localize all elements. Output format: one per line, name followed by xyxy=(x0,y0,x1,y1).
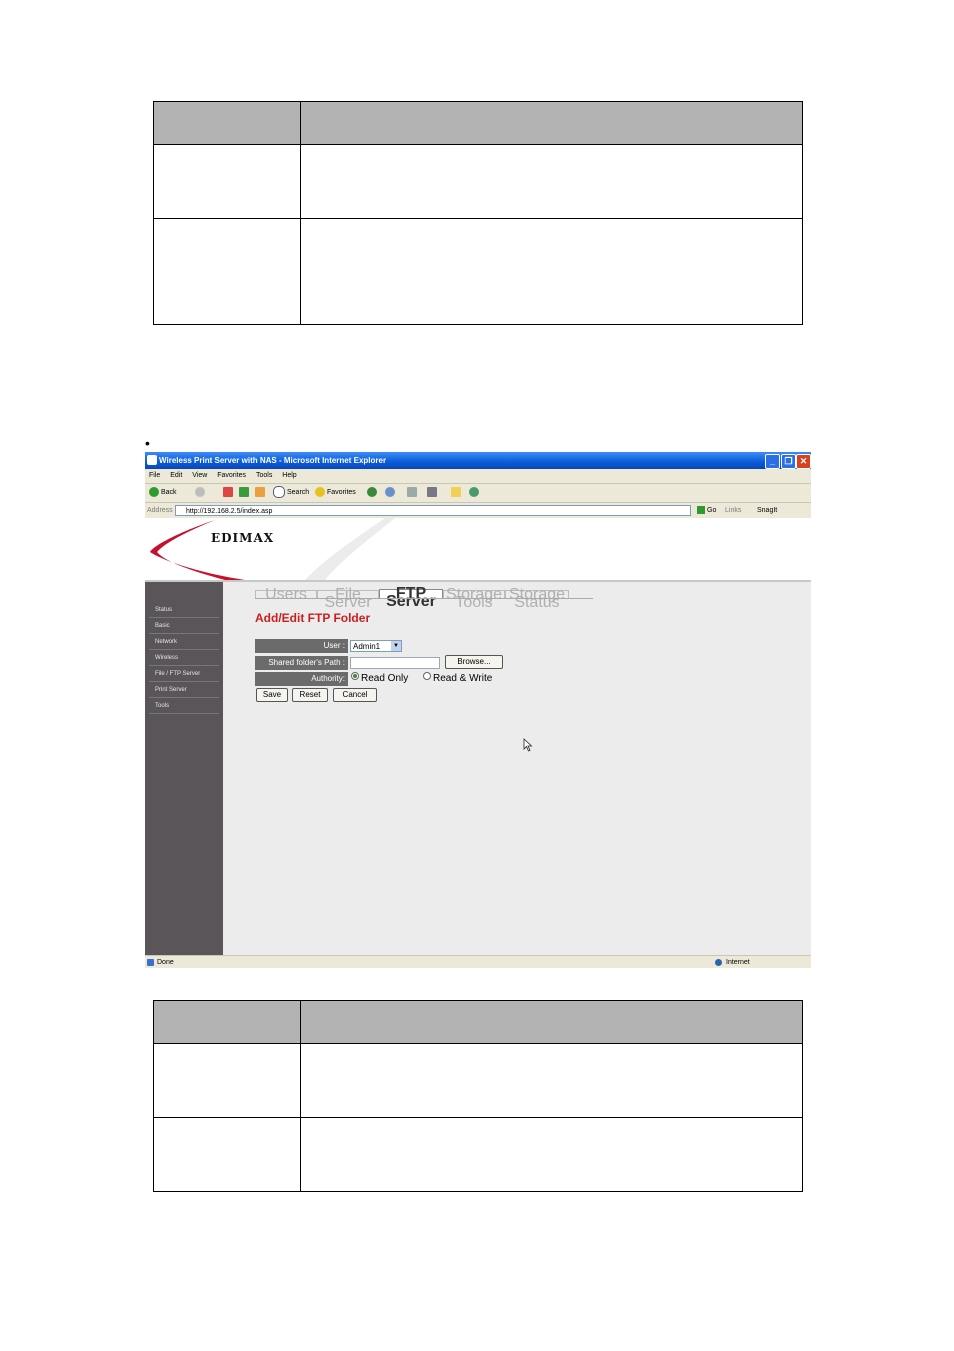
window-title: Wireless Print Server with NAS - Microso… xyxy=(159,456,387,465)
edimax-logo: EDIMAX xyxy=(211,531,275,545)
shared-path-input[interactable] xyxy=(350,657,440,669)
user-label: User : xyxy=(255,639,348,653)
table-header-row xyxy=(153,1000,803,1044)
read-only-radio[interactable]: Read Only xyxy=(351,672,408,686)
table-row xyxy=(153,218,803,325)
menu-file[interactable]: File xyxy=(149,472,160,479)
menu-tools[interactable]: Tools xyxy=(256,472,272,479)
edit-icon xyxy=(427,487,437,498)
authority-label: Authority: xyxy=(255,672,348,686)
zone-text: Internet xyxy=(726,959,750,966)
folder-icon xyxy=(451,487,461,498)
history-icon xyxy=(367,487,377,498)
go-button[interactable]: Go xyxy=(697,503,716,518)
ie-icon xyxy=(147,455,157,465)
menu-help[interactable]: Help xyxy=(282,472,296,479)
go-arrow-icon xyxy=(697,506,705,515)
table-row xyxy=(153,1043,803,1118)
print-button[interactable] xyxy=(407,484,419,502)
back-button[interactable]: Back xyxy=(149,484,177,502)
sidebar-item-wireless[interactable]: Wireless xyxy=(149,652,219,666)
mouse-cursor-icon xyxy=(523,738,533,752)
path-label: Shared folder's Path : xyxy=(255,656,348,670)
table-row xyxy=(153,144,803,219)
minimize-button[interactable]: _ xyxy=(765,454,780,469)
header-banner: EDIMAX xyxy=(145,518,811,582)
toolbar: Back Search Favorites xyxy=(145,484,811,503)
forward-arrow-icon xyxy=(195,487,205,498)
sidebar-item-status[interactable]: Status xyxy=(149,604,219,618)
star-icon xyxy=(315,487,325,498)
close-button[interactable]: ✕ xyxy=(796,454,811,469)
top-doc-table xyxy=(153,101,803,325)
sidebar-item-network[interactable]: Network xyxy=(149,636,219,650)
mail-button[interactable] xyxy=(385,484,397,502)
sidebar-item-basic[interactable]: Basic xyxy=(149,620,219,634)
history-button[interactable] xyxy=(367,484,379,502)
sidebar: Status Basic Network Wireless File / FTP… xyxy=(145,582,223,955)
sidebar-item-file-ftp-server[interactable]: File / FTP Server xyxy=(149,668,219,682)
menu-favorites[interactable]: Favorites xyxy=(217,472,246,479)
menu-view[interactable]: View xyxy=(192,472,207,479)
status-bar: Done Internet xyxy=(145,955,811,968)
sidebar-item-print-server[interactable]: Print Server xyxy=(149,684,219,698)
swoosh-graphic xyxy=(150,518,395,580)
user-select[interactable]: Admin1 ▼ xyxy=(350,640,402,652)
web-page: EDIMAX Status Basic Network Wireless Fil… xyxy=(145,518,811,955)
edit-button[interactable] xyxy=(427,484,439,502)
browser-window: Wireless Print Server with NAS - Microso… xyxy=(145,452,811,968)
address-label: Address xyxy=(147,507,173,514)
chevron-down-icon: ▼ xyxy=(391,641,401,651)
maximize-button[interactable]: ❐ xyxy=(781,454,796,469)
browse-button[interactable]: Browse... xyxy=(445,655,503,669)
stop-icon xyxy=(223,487,233,498)
mail-icon xyxy=(385,487,395,498)
refresh-button[interactable] xyxy=(239,484,251,502)
bullet: • xyxy=(145,435,150,451)
links-button[interactable]: Links xyxy=(725,503,741,518)
page-title: Add/Edit FTP Folder xyxy=(255,611,371,625)
print-icon xyxy=(407,487,417,498)
refresh-icon xyxy=(239,487,249,498)
home-icon xyxy=(255,487,265,498)
menu-bar: File Edit View Favorites Tools Help xyxy=(145,469,811,484)
search-icon xyxy=(273,486,285,499)
home-button[interactable] xyxy=(255,484,267,502)
status-text: Done xyxy=(157,959,174,966)
menu-edit[interactable]: Edit xyxy=(170,472,182,479)
favorites-button[interactable]: Favorites xyxy=(315,484,356,502)
save-button[interactable]: Save xyxy=(256,688,288,702)
messenger-button[interactable] xyxy=(469,484,481,502)
tabs-underline xyxy=(255,598,593,599)
page-icon xyxy=(147,959,154,966)
back-arrow-icon xyxy=(149,487,159,498)
search-button[interactable]: Search xyxy=(273,484,309,502)
folder-button[interactable] xyxy=(451,484,463,502)
radio-empty-icon xyxy=(423,672,431,680)
messenger-icon xyxy=(469,487,479,498)
table-header-row xyxy=(153,101,803,145)
bottom-doc-table xyxy=(153,1000,803,1192)
snagit-button[interactable]: SnagIt xyxy=(757,503,777,518)
forward-button[interactable] xyxy=(195,484,207,502)
address-input[interactable]: http://192.168.2.5/index.asp xyxy=(175,505,691,516)
radio-selected-icon xyxy=(351,672,359,680)
reset-button[interactable]: Reset xyxy=(292,688,328,702)
table-row xyxy=(153,1117,803,1192)
read-write-radio[interactable]: Read & Write xyxy=(423,672,492,686)
address-bar: Address http://192.168.2.5/index.asp Go … xyxy=(145,503,811,518)
sidebar-item-tools[interactable]: Tools xyxy=(149,700,219,714)
user-select-value: Admin1 xyxy=(353,642,381,651)
globe-icon xyxy=(715,959,722,966)
stop-button[interactable] xyxy=(223,484,235,502)
title-bar: Wireless Print Server with NAS - Microso… xyxy=(145,452,811,469)
cancel-button[interactable]: Cancel xyxy=(333,688,377,702)
